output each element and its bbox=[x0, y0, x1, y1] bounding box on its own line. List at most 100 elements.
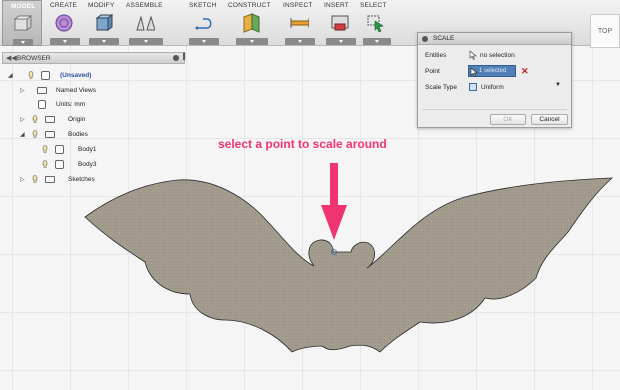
workspace-dropdown[interactable] bbox=[13, 39, 33, 46]
browser-title: BROWSER bbox=[17, 55, 51, 62]
tree-root[interactable]: ◢ (Unsaved) bbox=[8, 70, 188, 82]
workspace-label: MODEL bbox=[11, 3, 36, 10]
units-doc-icon bbox=[38, 100, 46, 109]
clear-selection-icon[interactable]: ✕ bbox=[521, 66, 529, 77]
body-icon bbox=[55, 160, 64, 169]
tree-item-label: Sketches bbox=[68, 176, 95, 183]
scale-type-select[interactable]: Uniform ▼ bbox=[469, 82, 564, 93]
document-icon bbox=[41, 71, 50, 80]
tree-item-sketches[interactable]: ▷ Sketches bbox=[20, 174, 180, 186]
body-icon bbox=[55, 145, 64, 154]
inspect-label: INSPECT bbox=[283, 2, 313, 9]
create-dropdown[interactable] bbox=[50, 38, 80, 45]
scale-type-label: Scale Type bbox=[425, 84, 458, 91]
modify-icon bbox=[95, 14, 113, 31]
workspace-model-button[interactable]: MODEL bbox=[2, 0, 42, 46]
browser-header[interactable]: ◀◀ BROWSER ▐ bbox=[2, 52, 185, 64]
dialog-collapse-icon[interactable] bbox=[422, 36, 428, 42]
cancel-button[interactable]: Cancel bbox=[531, 114, 568, 125]
create-menu[interactable]: CREATE bbox=[45, 0, 83, 46]
tree-item-label: Named Views bbox=[56, 87, 96, 94]
expand-arrow-icon[interactable]: ▷ bbox=[20, 176, 25, 183]
tree-item-body3[interactable]: Body3 bbox=[30, 159, 180, 171]
visibility-bulb-icon[interactable] bbox=[28, 71, 34, 80]
modify-menu[interactable]: MODIFY bbox=[84, 0, 122, 46]
tree-item-label: Bodies bbox=[68, 131, 88, 138]
point-label: Point bbox=[425, 68, 440, 75]
chevron-down-icon: ▼ bbox=[555, 82, 561, 88]
tree-item-label: Origin bbox=[68, 116, 86, 123]
insert-label: INSERT bbox=[324, 2, 349, 9]
scale-type-value: Uniform bbox=[481, 84, 504, 91]
pin-icon[interactable] bbox=[173, 55, 179, 61]
create-label: CREATE bbox=[50, 2, 78, 9]
sketch-menu[interactable]: SKETCH bbox=[184, 0, 224, 46]
bat-body[interactable] bbox=[84, 177, 614, 353]
dialog-divider bbox=[422, 109, 567, 110]
expand-arrow-icon[interactable]: ◢ bbox=[20, 131, 25, 138]
uniform-scale-icon bbox=[469, 83, 477, 91]
sphere-icon bbox=[55, 14, 73, 32]
point-selector[interactable]: 1 selected bbox=[468, 65, 516, 77]
scale-dialog: SCALE Entities no selection Point 1 sele… bbox=[417, 32, 572, 128]
expand-arrow-icon[interactable]: ▷ bbox=[20, 116, 25, 123]
modify-label: MODIFY bbox=[88, 2, 115, 9]
construct-label: CONSTRUCT bbox=[228, 2, 271, 9]
entities-label: Entities bbox=[425, 52, 447, 59]
point-value: 1 selected bbox=[479, 68, 507, 74]
construct-menu[interactable]: CONSTRUCT bbox=[226, 0, 278, 46]
insert-menu[interactable]: INSERT bbox=[321, 0, 359, 46]
collapse-icon[interactable]: ◀◀ bbox=[6, 54, 17, 62]
model-workspace-icon bbox=[13, 15, 32, 31]
root-label: (Unsaved) bbox=[60, 72, 92, 79]
tree-item-named-views[interactable]: ▷ Named Views bbox=[20, 85, 180, 97]
tree-item-label: Body3 bbox=[78, 161, 97, 168]
inspect-menu[interactable]: INSPECT bbox=[280, 0, 320, 46]
visibility-bulb-icon[interactable] bbox=[32, 175, 38, 184]
sketch-label: SKETCH bbox=[189, 2, 217, 9]
instruction-annotation: select a point to scale around bbox=[218, 137, 387, 151]
tree-item-bodies[interactable]: ◢ Bodies bbox=[20, 129, 180, 141]
tree-item-label: Body1 bbox=[78, 146, 97, 153]
sketch-dropdown[interactable] bbox=[189, 38, 219, 45]
visibility-bulb-icon[interactable] bbox=[32, 130, 38, 139]
cursor-arrow-icon bbox=[470, 67, 478, 77]
sketch-icon bbox=[195, 18, 212, 30]
insert-icon bbox=[331, 15, 349, 31]
entities-selector[interactable]: no selection bbox=[469, 50, 559, 61]
modify-dropdown[interactable] bbox=[89, 38, 119, 45]
pointer-arrow bbox=[321, 163, 347, 240]
joint-icon bbox=[136, 15, 155, 31]
assemble-menu[interactable]: ASSEMBLE bbox=[123, 0, 169, 46]
resize-icon[interactable]: ▐ bbox=[181, 54, 185, 60]
tree-item-body1[interactable]: Body1 bbox=[30, 144, 180, 156]
select-cursor-icon bbox=[367, 15, 384, 33]
folder-icon bbox=[45, 116, 55, 123]
expand-arrow-icon[interactable]: ◢ bbox=[8, 72, 13, 79]
visibility-bulb-icon[interactable] bbox=[42, 160, 48, 169]
visibility-bulb-icon[interactable] bbox=[42, 145, 48, 154]
dialog-title: SCALE bbox=[433, 35, 455, 42]
select-menu[interactable]: SELECT bbox=[358, 0, 396, 46]
select-label: SELECT bbox=[360, 2, 387, 9]
select-dropdown[interactable] bbox=[363, 38, 391, 45]
plane-icon bbox=[243, 13, 260, 33]
expand-arrow-icon[interactable]: ▷ bbox=[20, 87, 25, 94]
assemble-label: ASSEMBLE bbox=[126, 2, 163, 9]
tree-item-label: Units: mm bbox=[56, 101, 86, 108]
visibility-bulb-icon[interactable] bbox=[32, 115, 38, 124]
tree-item-origin[interactable]: ▷ Origin bbox=[20, 114, 180, 126]
folder-icon bbox=[37, 87, 47, 94]
entities-value: no selection bbox=[480, 52, 515, 59]
dialog-header[interactable]: SCALE bbox=[418, 33, 571, 45]
ok-button[interactable]: OK bbox=[490, 114, 526, 125]
cursor-arrow-icon bbox=[469, 50, 477, 60]
measure-icon bbox=[290, 18, 309, 28]
tree-item-units[interactable]: Units: mm bbox=[20, 99, 180, 111]
folder-icon bbox=[45, 131, 55, 138]
assemble-dropdown[interactable] bbox=[129, 38, 163, 45]
construct-dropdown[interactable] bbox=[236, 38, 268, 45]
inspect-dropdown[interactable] bbox=[285, 38, 315, 45]
view-cube-top[interactable]: TOP bbox=[590, 14, 620, 48]
insert-dropdown[interactable] bbox=[326, 38, 356, 45]
